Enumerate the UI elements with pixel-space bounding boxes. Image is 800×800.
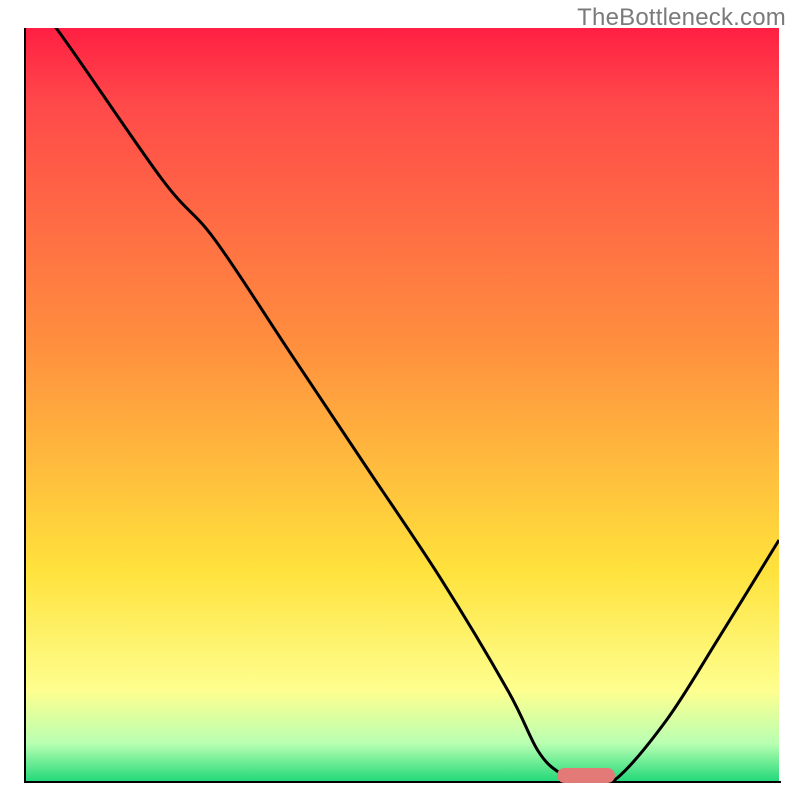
curve-path xyxy=(26,28,779,781)
bottleneck-chart: TheBottleneck.com xyxy=(0,0,800,800)
bottleneck-curve xyxy=(26,28,779,781)
watermark-text: TheBottleneck.com xyxy=(577,4,786,32)
plot-area xyxy=(26,28,779,781)
y-axis xyxy=(24,28,26,783)
sweet-spot-marker xyxy=(557,768,615,783)
x-axis xyxy=(24,781,781,783)
